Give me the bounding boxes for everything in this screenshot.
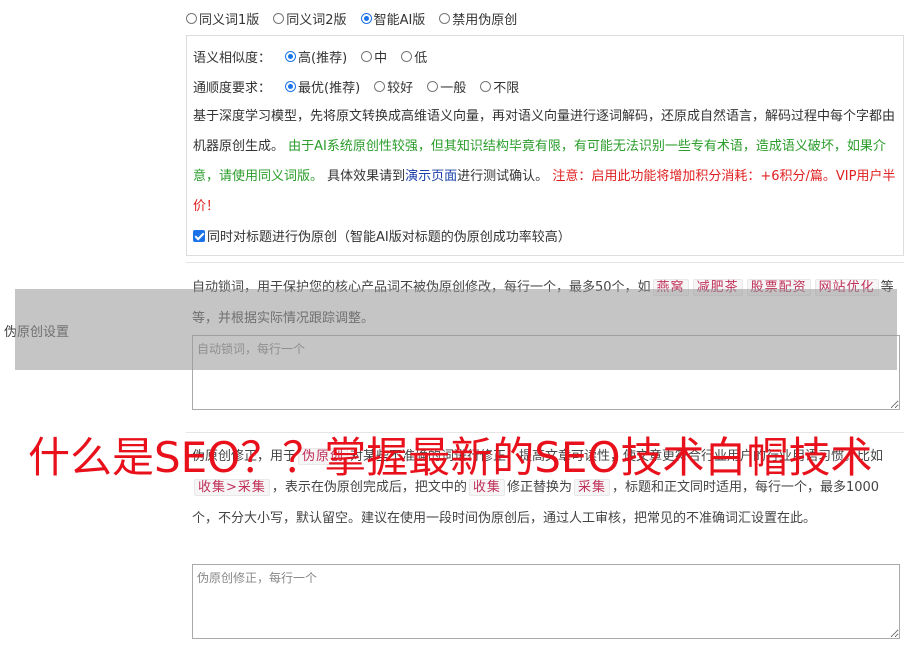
radio-checked-icon: [285, 51, 297, 62]
similarity-high[interactable]: 高(推荐): [285, 47, 347, 66]
option-label: 一般: [440, 81, 467, 96]
mode-ai[interactable]: 智能AI版: [360, 9, 426, 28]
fluency-best[interactable]: 最优(推荐): [285, 77, 360, 96]
mode-label: 同义词1版: [199, 13, 260, 28]
similarity-label: 语义相似度：: [193, 51, 272, 66]
overlay-title: 什么是SEO？？掌握最新的SEO技术白帽技术: [28, 433, 873, 482]
mode-radio-group: 同义词1版 同义词2版 智能AI版 禁用伪原创: [186, 9, 517, 28]
radio-icon: [186, 13, 197, 24]
option-label: 低: [414, 51, 428, 66]
desc-text: 具体效果请到: [323, 169, 406, 184]
mode-label: 禁用伪原创: [452, 13, 518, 28]
ai-options-panel: 语义相似度： 高(推荐) 中 低 通顺度要求： 最优(推荐) 较好 一般 不限 …: [186, 35, 904, 256]
similarity-row: 语义相似度： 高(推荐) 中 低: [193, 47, 427, 66]
mode-label: 智能AI版: [373, 13, 426, 28]
radio-icon: [374, 81, 386, 92]
mode-synonym2[interactable]: 同义词2版: [273, 9, 347, 28]
title-rewrite-checkbox[interactable]: 同时对标题进行伪原创（智能AI版对标题的伪原创成功率较高）: [193, 226, 571, 245]
mode-label: 同义词2版: [286, 13, 347, 28]
radio-icon: [361, 51, 373, 62]
similarity-low[interactable]: 低: [401, 47, 427, 66]
radio-checked-icon: [360, 13, 372, 24]
option-label: 不限: [493, 81, 520, 96]
radio-checked-icon: [285, 81, 297, 92]
demo-page-link[interactable]: 演示页面: [405, 169, 457, 184]
checkbox-checked-icon: [193, 229, 205, 242]
desc-text: 进行测试确认。: [457, 169, 553, 184]
overlay-band: [15, 289, 897, 370]
radio-icon: [427, 81, 439, 92]
radio-icon: [273, 13, 285, 24]
fluency-normal[interactable]: 一般: [427, 77, 466, 96]
radio-icon: [401, 51, 413, 62]
radio-icon: [480, 81, 492, 92]
ai-description: 基于深度学习模型，先将原文转换成高维语义向量，再对语义向量进行逐词解码，还原成自…: [193, 102, 899, 222]
fluency-row: 通顺度要求： 最优(推荐) 较好 一般 不限: [193, 77, 519, 96]
option-label: 高(推荐): [298, 51, 348, 66]
mode-synonym1[interactable]: 同义词1版: [186, 9, 259, 28]
fluency-good[interactable]: 较好: [374, 77, 413, 96]
option-label: 最优(推荐): [298, 81, 361, 96]
fix-words-input[interactable]: [192, 564, 900, 639]
option-label: 中: [374, 51, 388, 66]
checkbox-label: 同时对标题进行伪原创（智能AI版对标题的伪原创成功率较高）: [207, 230, 571, 245]
similarity-mid[interactable]: 中: [361, 47, 387, 66]
option-label: 较好: [387, 81, 414, 96]
radio-icon: [439, 13, 451, 24]
fluency-label: 通顺度要求：: [193, 81, 272, 96]
mode-disable[interactable]: 禁用伪原创: [439, 9, 517, 28]
fluency-any[interactable]: 不限: [480, 77, 519, 96]
